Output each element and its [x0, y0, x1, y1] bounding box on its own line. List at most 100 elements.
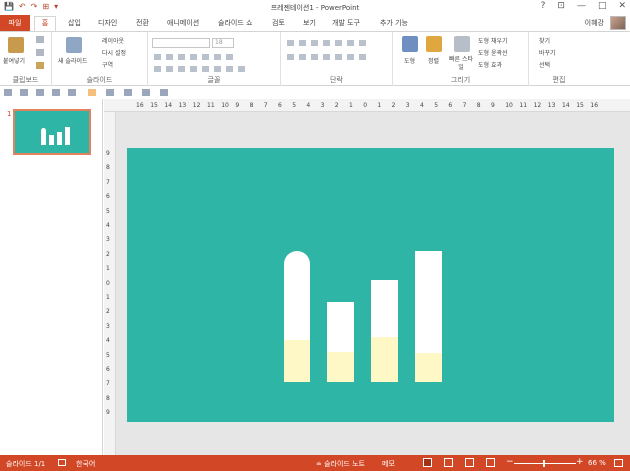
- ruler-tick: 5: [106, 351, 110, 359]
- ruler-tick: 11: [519, 102, 528, 109]
- tab-developer[interactable]: 개발 도구: [332, 17, 360, 29]
- toolbar-icon[interactable]: [160, 89, 168, 96]
- language-indicator[interactable]: 한국어: [76, 459, 95, 469]
- reset-button[interactable]: 다시 설정: [102, 48, 126, 57]
- bar-1-fill: [284, 340, 310, 382]
- notes-button[interactable]: ≐ 슬라이드 노트: [316, 459, 365, 469]
- slide-sorter-button[interactable]: [444, 458, 453, 467]
- shape-outline-button[interactable]: 도형 윤곽선: [478, 48, 508, 57]
- shapes-icon[interactable]: [402, 36, 418, 52]
- ribbon-tabs: 파일 홈 삽입 디자인 전환 애니메이션 슬라이드 쇼 검토 보기 개발 도구 …: [0, 15, 630, 31]
- paragraph-label: 단락: [330, 76, 343, 84]
- zoom-level[interactable]: 66 %: [588, 459, 606, 467]
- ruler-tick: 9: [235, 102, 240, 109]
- arrange-button[interactable]: 정렬: [428, 56, 439, 65]
- tab-slideshow[interactable]: 슬라이드 쇼: [218, 17, 252, 29]
- cut-icon[interactable]: [36, 36, 44, 43]
- ruler-tick: 7: [462, 102, 467, 109]
- toolbar-icon[interactable]: [36, 89, 44, 96]
- ruler-tick: 2: [106, 250, 110, 258]
- new-slide-icon[interactable]: [66, 37, 82, 53]
- comments-button[interactable]: 메모: [382, 459, 395, 469]
- toolbar-icon[interactable]: [52, 89, 60, 96]
- bar-4[interactable]: [415, 251, 442, 382]
- zoom-slider-track[interactable]: [514, 463, 576, 464]
- shape-effects-button[interactable]: 도형 효과: [478, 60, 502, 69]
- ruler-tick: 8: [249, 102, 254, 109]
- tab-transitions[interactable]: 전환: [136, 17, 149, 29]
- close-button[interactable]: ✕: [618, 1, 626, 11]
- zoom-in-button[interactable]: +: [576, 457, 584, 467]
- slide-thumbnail[interactable]: [13, 109, 91, 155]
- quick-styles-icon[interactable]: [454, 36, 470, 52]
- slides-group: 새 슬라이드 레이아웃 다시 설정 구역 슬라이드: [52, 32, 148, 86]
- find-button[interactable]: 찾기: [539, 36, 550, 45]
- toolbar-icon[interactable]: [20, 89, 28, 96]
- ruler-tick: 2: [334, 102, 339, 109]
- shapes-button[interactable]: 도형: [404, 56, 415, 65]
- zoom-slider-knob[interactable]: [543, 460, 545, 467]
- ruler-tick: 3: [106, 322, 110, 330]
- ribbon-display-icon[interactable]: ⊡: [557, 1, 565, 11]
- bar-3[interactable]: [371, 280, 398, 382]
- toolbar-icon[interactable]: [68, 89, 76, 96]
- avatar[interactable]: [610, 16, 626, 30]
- ruler-tick: 7: [263, 102, 268, 109]
- ruler-tick: 7: [106, 178, 110, 186]
- section-button[interactable]: 구역: [102, 60, 113, 69]
- tab-design[interactable]: 디자인: [98, 17, 117, 29]
- align-buttons[interactable]: [287, 54, 366, 60]
- list-buttons[interactable]: [287, 40, 366, 46]
- clipboard-group: 붙여넣기 클립보드: [0, 32, 52, 86]
- toolbar-icon[interactable]: [124, 89, 132, 96]
- layout-button[interactable]: 레이아웃: [102, 36, 124, 45]
- quick-styles-button[interactable]: 빠른 스타일: [449, 56, 473, 72]
- toolbar-icon[interactable]: [106, 89, 114, 96]
- paste-button[interactable]: 붙여넣기: [3, 56, 25, 65]
- new-slide-button[interactable]: 새 슬라이드: [58, 56, 88, 65]
- shape-fill-button[interactable]: 도형 채우기: [478, 36, 508, 45]
- ruler-tick: 1: [106, 294, 110, 301]
- copy-icon[interactable]: [36, 49, 44, 56]
- paste-icon[interactable]: [8, 37, 24, 53]
- user-name[interactable]: 이혜강: [585, 18, 604, 28]
- maximize-button[interactable]: □: [598, 1, 607, 11]
- thumb-bar: [65, 127, 70, 145]
- slideshow-view-button[interactable]: [486, 458, 495, 467]
- select-button[interactable]: 선택: [539, 60, 550, 69]
- ruler-tick: 5: [292, 102, 297, 109]
- ruler-tick: 10: [505, 102, 513, 109]
- font-size-box[interactable]: 18: [212, 38, 234, 48]
- tab-animations[interactable]: 애니메이션: [167, 17, 199, 29]
- arrange-icon[interactable]: [426, 36, 442, 52]
- slide-canvas[interactable]: [127, 148, 614, 422]
- font-name-box[interactable]: [152, 38, 210, 48]
- fit-to-window-icon[interactable]: [614, 459, 623, 467]
- font-style-buttons[interactable]: [154, 66, 245, 72]
- slide-count: 슬라이드 1/1: [6, 460, 46, 468]
- spellcheck-icon[interactable]: [58, 459, 66, 466]
- replace-button[interactable]: 바꾸기: [539, 48, 556, 57]
- font-format-buttons[interactable]: [154, 54, 233, 60]
- paragraph-group: 단락: [281, 32, 393, 86]
- bar-2[interactable]: [327, 302, 354, 382]
- tab-addins[interactable]: 추가 기능: [380, 17, 408, 29]
- normal-view-button[interactable]: [423, 458, 432, 467]
- tab-insert[interactable]: 삽입: [68, 17, 81, 29]
- tab-review[interactable]: 검토: [272, 17, 285, 29]
- toolbar-icon[interactable]: [142, 89, 150, 96]
- zoom-out-button[interactable]: −: [506, 457, 514, 467]
- slides-label: 슬라이드: [86, 76, 113, 84]
- tab-file[interactable]: 파일: [0, 15, 30, 31]
- minimize-button[interactable]: —: [577, 1, 586, 11]
- tab-home[interactable]: 홈: [34, 16, 56, 31]
- toolbar-icon[interactable]: [4, 89, 12, 96]
- bar-1[interactable]: [284, 251, 310, 382]
- ruler-tick: 10: [221, 102, 229, 109]
- reading-view-button[interactable]: [465, 458, 474, 467]
- pointer-icon[interactable]: [88, 89, 96, 96]
- help-icon[interactable]: ?: [541, 1, 546, 11]
- tab-view[interactable]: 보기: [303, 17, 316, 29]
- format-painter-icon[interactable]: [36, 62, 44, 69]
- thumb-bar: [57, 132, 62, 145]
